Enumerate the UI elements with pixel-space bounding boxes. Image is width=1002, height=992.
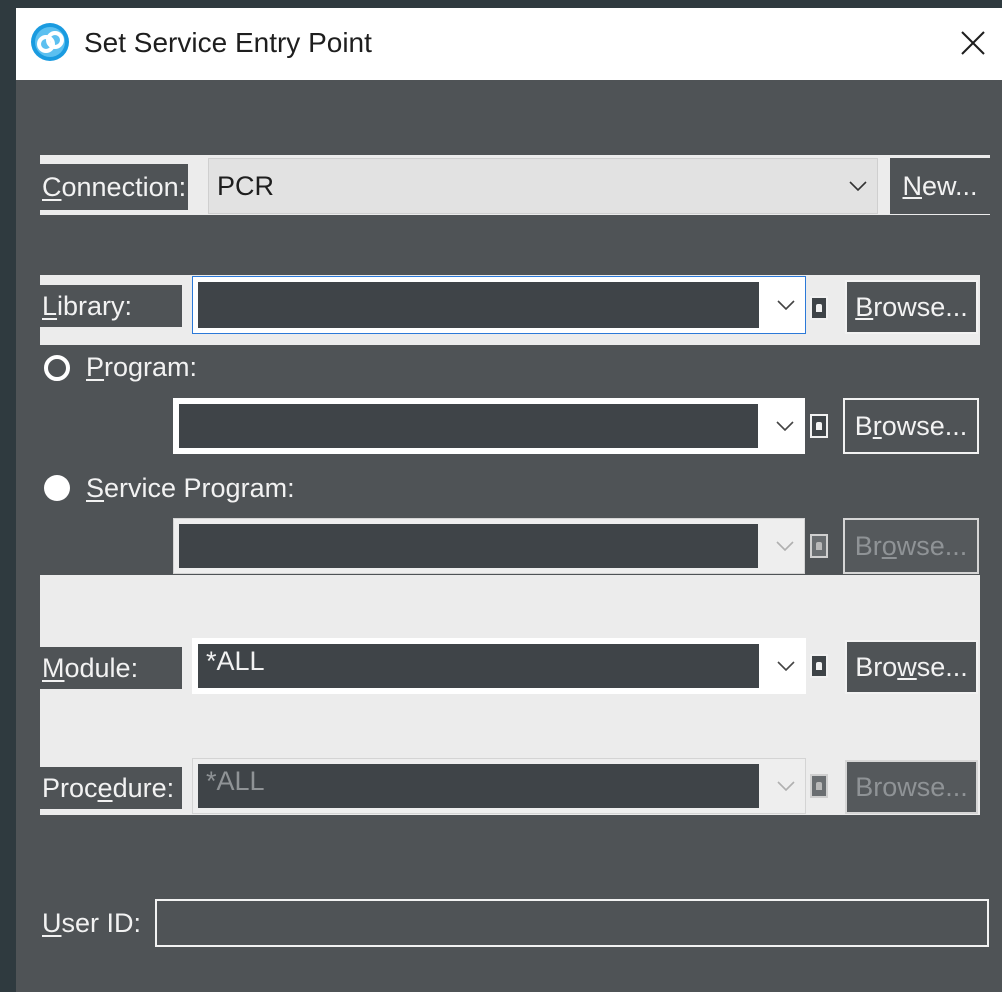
procedure-pin-icon	[810, 774, 828, 798]
procedure-browse-button: Browse...	[845, 760, 978, 814]
new-connection-button[interactable]: New...	[890, 158, 990, 214]
library-label: Library:	[40, 285, 182, 327]
background-window-top	[0, 0, 1002, 8]
module-browse-button[interactable]: Bro w se...	[845, 640, 978, 694]
program-radio[interactable]	[44, 355, 70, 381]
procedure-combobox[interactable]: *ALL	[192, 758, 806, 814]
connection-label: Connection:	[40, 164, 189, 210]
close-icon	[961, 31, 985, 55]
module-label: Module:	[40, 647, 182, 689]
procedure-input[interactable]: *ALL	[198, 764, 759, 808]
library-input[interactable]	[198, 282, 759, 328]
service-program-browse-button: Br o wse...	[843, 518, 979, 574]
chevron-down-icon	[843, 159, 873, 213]
library-combobox[interactable]	[192, 276, 806, 334]
chevron-down-icon	[770, 519, 800, 573]
library-pin-icon[interactable]	[810, 296, 828, 320]
background-window-edge	[0, 0, 16, 992]
program-label[interactable]: Program:	[86, 350, 197, 384]
chevron-down-icon	[771, 759, 801, 813]
app-logo-icon	[30, 22, 70, 62]
service-program-combobox[interactable]	[173, 518, 805, 574]
chevron-down-icon[interactable]	[770, 399, 800, 453]
close-button[interactable]	[950, 20, 996, 66]
user-id-input[interactable]	[155, 899, 989, 947]
connection-value: PCR	[217, 171, 275, 201]
service-program-label[interactable]: Service Program:	[86, 471, 295, 505]
module-input[interactable]: *ALL	[198, 644, 759, 688]
module-combobox[interactable]: *ALL	[192, 638, 806, 694]
module-pin-icon[interactable]	[810, 654, 828, 678]
library-browse-button[interactable]: Browse...	[845, 280, 978, 334]
service-program-pin-icon	[810, 534, 828, 558]
program-browse-button[interactable]: Br owse...	[843, 398, 979, 454]
program-pin-icon[interactable]	[810, 414, 828, 438]
connection-select[interactable]: PCR	[208, 158, 878, 214]
service-program-radio[interactable]	[44, 475, 70, 501]
service-program-input[interactable]	[179, 524, 758, 568]
user-id-label: User ID:	[42, 908, 142, 938]
chevron-down-icon[interactable]	[771, 277, 801, 333]
program-combobox[interactable]	[173, 398, 805, 454]
window-title: Set Service Entry Point	[84, 27, 372, 58]
program-input[interactable]	[179, 404, 758, 448]
chevron-down-icon[interactable]	[771, 639, 801, 693]
procedure-label: Proc e dure:	[40, 767, 182, 809]
